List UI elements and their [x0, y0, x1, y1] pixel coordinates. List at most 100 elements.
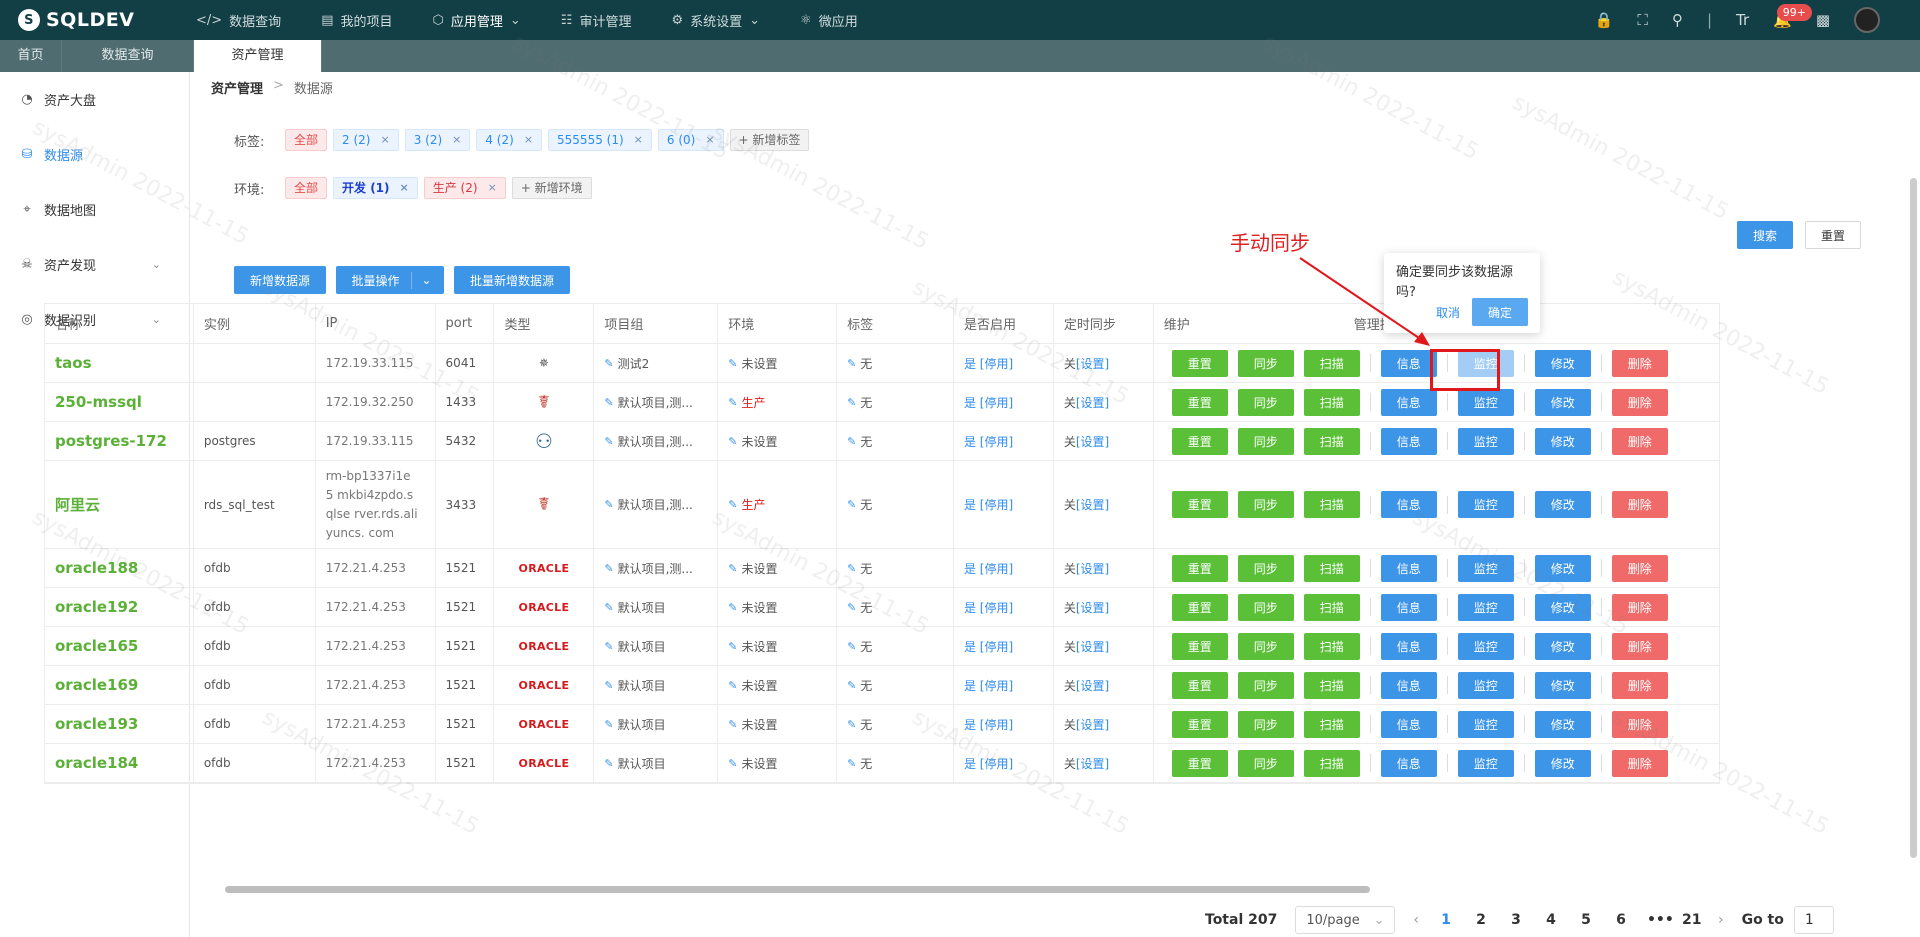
- datasource-name-link[interactable]: oracle184: [55, 754, 138, 772]
- tag-chip[interactable]: 4 (2) ×: [476, 129, 543, 151]
- row-modify-button[interactable]: 修改: [1534, 554, 1591, 582]
- row-modify-button[interactable]: 修改: [1534, 349, 1591, 377]
- tag-edit[interactable]: ✎ 无: [847, 677, 872, 694]
- row-modify-button[interactable]: 修改: [1534, 593, 1591, 621]
- lock-icon[interactable]: 🔒: [1595, 11, 1614, 29]
- vertical-scrollbar[interactable]: [1910, 178, 1917, 858]
- env-edit[interactable]: ✎ 未设置: [728, 599, 777, 616]
- env-edit[interactable]: ✎ 生产: [728, 394, 765, 411]
- row-reset-button[interactable]: 重置: [1171, 593, 1228, 621]
- row-sync-button[interactable]: 同步: [1237, 491, 1294, 518]
- datasource-name-link[interactable]: 阿里云: [55, 494, 100, 515]
- row-scan-button[interactable]: 扫描: [1303, 388, 1360, 416]
- add-env-button[interactable]: + 新增环境: [511, 177, 592, 199]
- goto-input[interactable]: 1: [1793, 906, 1834, 934]
- tab-home[interactable]: 首页: [0, 40, 62, 72]
- page-number[interactable]: 5: [1577, 912, 1595, 928]
- add-datasource-button[interactable]: 新增数据源: [234, 266, 326, 294]
- env-edit[interactable]: ✎ 未设置: [728, 433, 777, 450]
- row-sync-button[interactable]: 同步: [1237, 554, 1294, 582]
- datasource-name-link[interactable]: oracle165: [55, 637, 138, 655]
- row-scan-button[interactable]: 扫描: [1303, 749, 1360, 777]
- tag-edit[interactable]: ✎ 无: [847, 599, 872, 616]
- disable-link[interactable]: [停用]: [980, 718, 1013, 732]
- app-logo[interactable]: S SQLDEV: [0, 9, 200, 31]
- tag-edit[interactable]: ✎ 无: [847, 716, 872, 733]
- row-info-button[interactable]: 信息: [1380, 388, 1437, 416]
- row-sync-button[interactable]: 同步: [1237, 710, 1294, 738]
- row-sync-button[interactable]: 同步: [1237, 671, 1294, 699]
- row-info-button[interactable]: 信息: [1380, 593, 1437, 621]
- tag-chip[interactable]: 2 (2) ×: [333, 129, 399, 151]
- env-edit[interactable]: ✎ 未设置: [728, 677, 777, 694]
- row-reset-button[interactable]: 重置: [1171, 349, 1228, 377]
- page-size-select[interactable]: 10/page ⌄: [1295, 906, 1396, 934]
- add-tag-button[interactable]: + 新增标签: [729, 129, 810, 151]
- row-modify-button[interactable]: 修改: [1534, 710, 1591, 738]
- topnav-item-0[interactable]: </> 数据查询: [196, 11, 281, 30]
- tab-asset-management[interactable]: 资产管理: [194, 40, 322, 72]
- row-reset-button[interactable]: 重置: [1171, 710, 1228, 738]
- row-delete-button[interactable]: 删除: [1611, 427, 1668, 455]
- row-reset-button[interactable]: 重置: [1171, 749, 1228, 777]
- close-icon[interactable]: ×: [488, 178, 497, 198]
- row-monitor-button[interactable]: 监控: [1457, 554, 1514, 582]
- project-edit[interactable]: ✎ 默认项目: [604, 638, 665, 655]
- chart-icon[interactable]: ▩: [1816, 11, 1830, 29]
- row-delete-button[interactable]: 删除: [1611, 593, 1668, 621]
- prev-page-icon[interactable]: ‹: [1413, 912, 1419, 928]
- tag-chip[interactable]: 全部: [285, 129, 328, 151]
- env-edit[interactable]: ✎ 未设置: [728, 560, 777, 577]
- page-number[interactable]: 2: [1472, 912, 1490, 928]
- tag-chip[interactable]: 555555 (1) ×: [548, 129, 652, 151]
- tag-chip[interactable]: 6 (0) ×: [657, 129, 724, 151]
- tab-data-query[interactable]: 数据查询: [62, 40, 194, 72]
- sync-settings-link[interactable]: [设置]: [1076, 396, 1109, 410]
- env-chip[interactable]: 开发 (1) ×: [333, 177, 418, 199]
- row-reset-button[interactable]: 重置: [1171, 632, 1228, 660]
- row-modify-button[interactable]: 修改: [1534, 632, 1591, 660]
- row-scan-button[interactable]: 扫描: [1303, 671, 1360, 699]
- row-delete-button[interactable]: 删除: [1611, 491, 1668, 518]
- reset-button[interactable]: 重置: [1805, 221, 1861, 249]
- row-monitor-button[interactable]: 监控: [1457, 491, 1514, 518]
- topnav-item-3[interactable]: ☷ 审计管理: [561, 11, 632, 30]
- row-scan-button[interactable]: 扫描: [1303, 427, 1360, 455]
- disable-link[interactable]: [停用]: [980, 435, 1013, 449]
- sidebar-item-2[interactable]: ⌖ 数据地图: [0, 182, 189, 237]
- row-info-button[interactable]: 信息: [1380, 671, 1437, 699]
- row-delete-button[interactable]: 删除: [1611, 632, 1668, 660]
- topnav-item-2[interactable]: ⬡ 应用管理 ⌄: [433, 11, 521, 30]
- row-monitor-button[interactable]: 监控: [1457, 593, 1514, 621]
- project-edit[interactable]: ✎ 默认项目: [604, 755, 665, 772]
- topnav-item-5[interactable]: ⚛ 微应用: [800, 11, 858, 30]
- sync-settings-link[interactable]: [设置]: [1076, 562, 1109, 576]
- env-edit[interactable]: ✎ 未设置: [728, 638, 777, 655]
- row-monitor-button[interactable]: 监控: [1457, 749, 1514, 777]
- topnav-item-1[interactable]: ▤ 我的项目: [321, 11, 392, 30]
- datasource-name-link[interactable]: taos: [55, 354, 92, 372]
- row-scan-button[interactable]: 扫描: [1303, 632, 1360, 660]
- row-info-button[interactable]: 信息: [1380, 427, 1437, 455]
- env-edit[interactable]: ✎ 未设置: [728, 355, 777, 372]
- row-modify-button[interactable]: 修改: [1534, 427, 1591, 455]
- project-edit[interactable]: ✎ 默认项目,测...: [604, 433, 692, 450]
- batch-add-datasource-button[interactable]: 批量新增数据源: [454, 266, 570, 294]
- env-edit[interactable]: ✎ 未设置: [728, 755, 777, 772]
- row-info-button[interactable]: 信息: [1380, 632, 1437, 660]
- datasource-name-link[interactable]: oracle169: [55, 676, 138, 694]
- row-monitor-button[interactable]: 监控: [1457, 427, 1514, 455]
- row-info-button[interactable]: 信息: [1380, 710, 1437, 738]
- project-edit[interactable]: ✎ 默认项目: [604, 716, 665, 733]
- row-reset-button[interactable]: 重置: [1171, 671, 1228, 699]
- sync-settings-link[interactable]: [设置]: [1076, 357, 1109, 371]
- datasource-name-link[interactable]: 250-mssql: [55, 393, 142, 411]
- disable-link[interactable]: [停用]: [980, 601, 1013, 615]
- sync-settings-link[interactable]: [设置]: [1076, 601, 1109, 615]
- row-info-button[interactable]: 信息: [1380, 491, 1437, 518]
- row-scan-button[interactable]: 扫描: [1303, 710, 1360, 738]
- disable-link[interactable]: [停用]: [980, 396, 1013, 410]
- sync-settings-link[interactable]: [设置]: [1076, 718, 1109, 732]
- row-delete-button[interactable]: 删除: [1611, 749, 1668, 777]
- tag-edit[interactable]: ✎ 无: [847, 496, 872, 513]
